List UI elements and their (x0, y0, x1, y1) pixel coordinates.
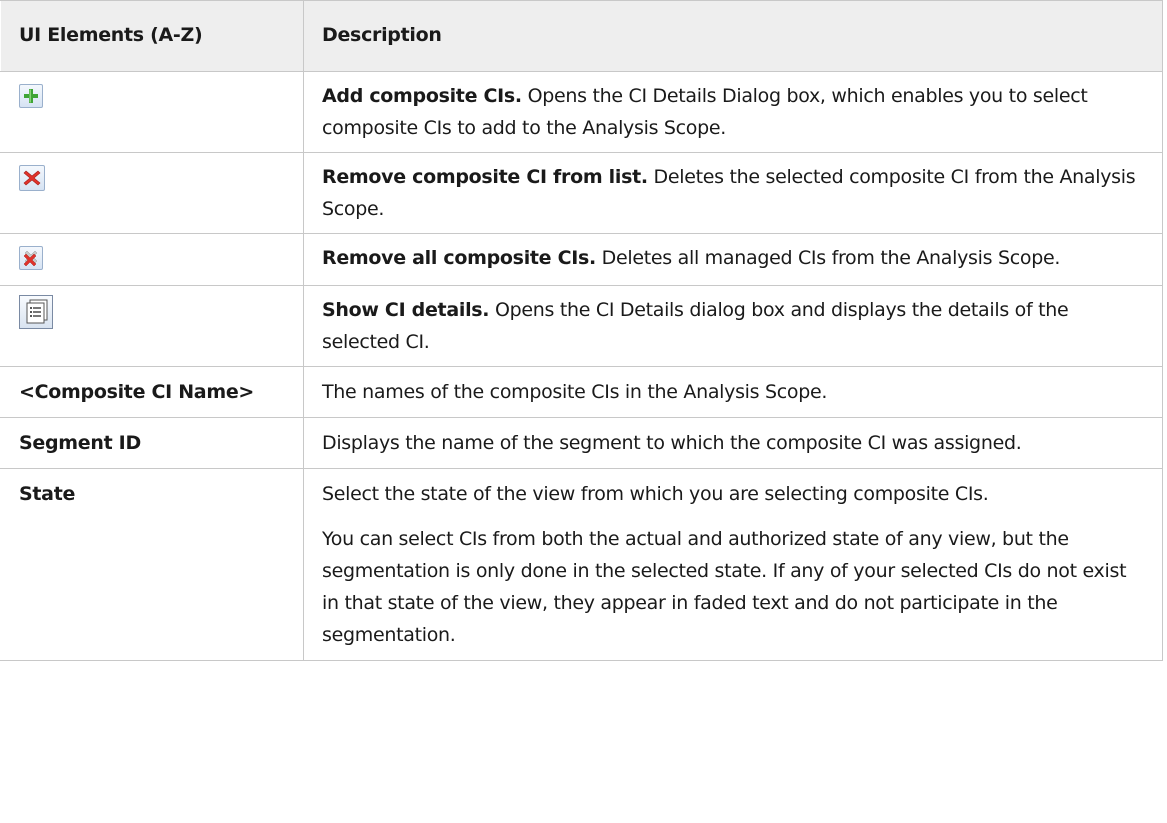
table-row-composite-ci-name: <Composite CI Name> The names of the com… (0, 366, 1163, 418)
remove-icon[interactable] (19, 165, 45, 191)
ui-elements-table: UI Elements (A-Z) Description Add compos… (0, 0, 1163, 661)
ui-element-cell (0, 71, 304, 153)
element-description: Select the state of the view from which … (322, 483, 989, 505)
element-name: Remove composite CI from list. (322, 166, 648, 188)
element-description: Displays the name of the segment to whic… (322, 432, 1022, 454)
table-row-segment-id: Segment ID Displays the name of the segm… (0, 417, 1163, 469)
table-row-remove-all: Remove all composite CIs. Deletes all ma… (0, 233, 1163, 286)
table-row-show-details: Show CI details. Opens the CI Details di… (0, 285, 1163, 367)
description-cell: Show CI details. Opens the CI Details di… (303, 285, 1163, 367)
header-description: Description (303, 0, 1163, 72)
element-name: Add composite CIs. (322, 85, 522, 107)
remove-all-icon[interactable] (19, 246, 43, 270)
element-name: <Composite CI Name> (0, 366, 304, 418)
table-row-remove-composite: Remove composite CI from list. Deletes t… (0, 152, 1163, 234)
description-cell: Add composite CIs. Opens the CI Details … (303, 71, 1163, 153)
description-cell: Select the state of the view from which … (303, 468, 1163, 661)
table-row-add-composite: Add composite CIs. Opens the CI Details … (0, 71, 1163, 153)
element-name: Show CI details. (322, 299, 490, 321)
description-cell: Remove composite CI from list. Deletes t… (303, 152, 1163, 234)
table-header-row: UI Elements (A-Z) Description (0, 0, 1163, 72)
ui-element-cell (0, 152, 304, 234)
details-icon[interactable] (19, 295, 53, 329)
element-name: State (0, 468, 304, 661)
header-ui-elements: UI Elements (A-Z) (0, 0, 304, 72)
element-description-detail: You can select CIs from both the actual … (322, 528, 1127, 646)
element-description: The names of the composite CIs in the An… (322, 381, 828, 403)
element-description: Deletes all managed CIs from the Analysi… (595, 247, 1061, 269)
description-cell: The names of the composite CIs in the An… (303, 366, 1163, 418)
add-icon[interactable] (19, 84, 43, 108)
description-cell: Remove all composite CIs. Deletes all ma… (303, 233, 1163, 286)
ui-element-cell (0, 233, 304, 286)
description-cell: Displays the name of the segment to whic… (303, 417, 1163, 469)
element-name: Segment ID (0, 417, 304, 469)
ui-element-cell (0, 285, 304, 367)
element-name: Remove all composite CIs. (322, 247, 596, 269)
table-row-state: State Select the state of the view from … (0, 468, 1163, 661)
